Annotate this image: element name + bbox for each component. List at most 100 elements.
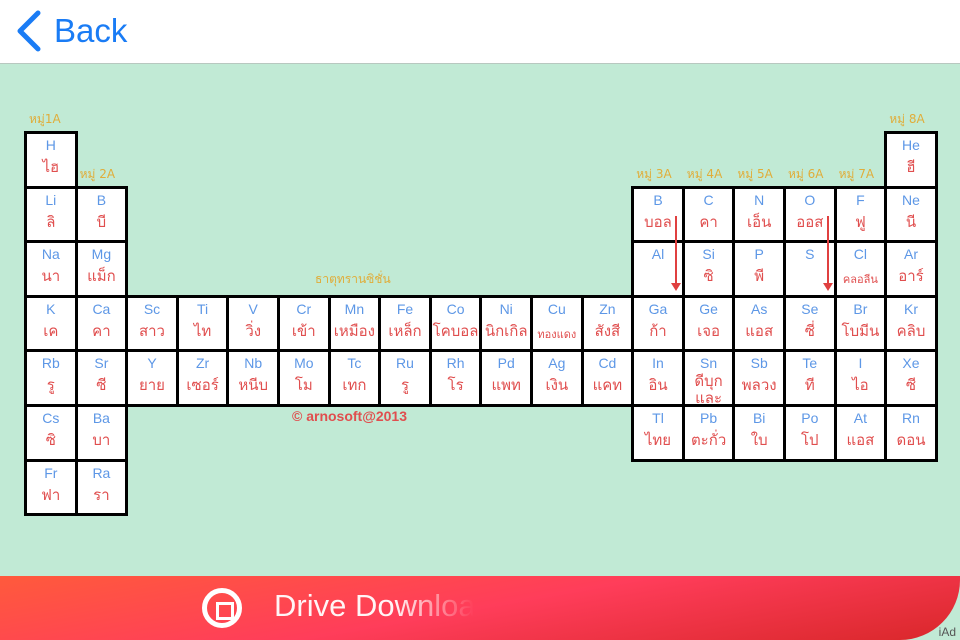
element-cell-sn[interactable]: Sn ดีบุกและ [681,349,736,408]
element-cell-f[interactable]: F ฟู [833,185,888,244]
element-thai-name: ไท [193,321,212,340]
element-cell-si[interactable]: Si ซิ [681,240,736,298]
element-cell-rh[interactable]: Rh โร [428,349,483,407]
element-cell-xe[interactable]: Xe ซี [884,349,938,407]
element-symbol: Ag [548,355,566,372]
element-cell-ba[interactable]: Ba บา [74,404,129,462]
element-cell-po[interactable]: Po โป [783,404,837,462]
element-cell-li[interactable]: Li ลิ [24,185,78,244]
element-thai-name: ดีบุกและ [694,372,723,408]
element-cell-v[interactable]: V วิ่ง [226,294,280,353]
element-symbol: C [703,191,714,208]
element-symbol: Cs [42,410,60,426]
element-cell-n[interactable]: N เอ็น [732,185,786,244]
element-cell-mg[interactable]: Mg แม็ก [74,240,129,298]
copyright-text: © arnosoft@2013 [292,408,408,424]
element-cell-bi[interactable]: Bi ใบ [732,404,786,462]
element-cell-in[interactable]: In อิน [631,349,685,407]
element-cell-c[interactable]: C คา [681,185,736,244]
element-cell-y[interactable]: Y ยาย [125,349,179,407]
element-symbol: Si [702,246,715,263]
element-cell-ra[interactable]: Ra รา [74,458,129,517]
element-cell-br[interactable]: Br โบมีน [833,294,888,353]
element-cell-cs[interactable]: Cs ซิ [24,404,78,462]
chevron-left-icon [17,10,41,52]
element-cell-co[interactable]: Co โคบอล [428,294,483,353]
element-cell-he[interactable]: He ฮี [884,131,938,189]
element-thai-name: เซอร์ [186,376,219,395]
element-cell-cl[interactable]: Cl คลอลีน [833,240,888,298]
element-thai-name: นา [41,267,61,286]
element-symbol: Tc [347,355,362,372]
element-cell-ge[interactable]: Ge เจอ [681,294,736,353]
element-cell-mn[interactable]: Mn เหมือง [327,294,382,353]
element-cell-ca[interactable]: Ca คา [74,294,129,353]
element-symbol: Cu [547,300,566,317]
element-cell-se[interactable]: Se ซี่ [783,294,837,353]
element-symbol: Na [41,246,60,263]
element-thai-name: ฟา [41,485,61,504]
group-label: หมู่ 8A [889,112,925,126]
element-cell-te[interactable]: Te ที [783,349,837,407]
element-cell-ag[interactable]: Ag เงิน [530,349,584,407]
ad-banner[interactable]: Drive Download [0,576,960,640]
element-thai-name: นี [905,212,917,231]
element-symbol: Te [802,355,818,372]
ad-text: Drive Download [274,588,474,623]
element-cell-b[interactable]: B บี [74,185,129,244]
element-cell-tc[interactable]: Tc เทก [327,349,382,407]
element-thai-name: ฟู [855,212,866,231]
element-cell-cd[interactable]: Cd แคท [580,349,635,407]
element-symbol: Fr [44,464,58,481]
element-cell-cu[interactable]: Cu ทองแดง [530,294,584,353]
element-symbol: He [902,137,920,153]
group-label: หมู่ 5A [737,166,773,181]
element-cell-mo[interactable]: Mo โม [277,349,331,407]
element-cell-sb[interactable]: Sb พลวง [732,349,786,407]
element-thai-name: พลวง [741,376,777,395]
element-cell-ar[interactable]: Ar อาร์ [884,240,938,298]
element-cell-as[interactable]: As แอส [732,294,786,353]
back-label: Back [54,12,128,49]
element-cell-zr[interactable]: Zr เซอร์ [175,349,230,407]
element-cell-at[interactable]: At แอส [833,404,888,462]
element-cell-sc[interactable]: Sc สาว [125,294,179,353]
element-cell-ga[interactable]: Ga ก้า [631,294,685,353]
group-label: หมู่ 7A [838,166,875,181]
element-cell-ti[interactable]: Ti ไท [175,294,230,353]
element-cell-kr[interactable]: Kr คลิบ [884,294,938,353]
element-symbol: Zn [599,300,616,317]
element-cell-rn[interactable]: Rn ดอน [884,404,938,462]
element-cell-zn[interactable]: Zn สังสี [580,294,635,353]
element-thai-name: ไฮ [42,158,60,176]
element-cell-rb[interactable]: Rb รู [24,349,78,407]
element-cell-fr[interactable]: Fr ฟา [24,458,78,517]
transition-metals-label: ธาตุทรานซิชั่น [315,272,391,286]
element-cell-k[interactable]: K เค [24,294,78,353]
group-label: หมู่ 2A [79,166,116,181]
element-cell-ru[interactable]: Ru รู [378,349,432,407]
element-cell-na[interactable]: Na นา [24,240,78,298]
element-cell-p[interactable]: P พี [732,240,786,298]
element-thai-name: สาว [138,321,165,340]
element-thai-name: วิ่ง [245,321,262,340]
element-symbol: Rh [446,355,465,372]
element-thai-name: แคท [592,376,623,395]
element-cell-pb[interactable]: Pb ตะกั่ว [681,404,736,462]
element-thai-name: ตะกั่ว [690,431,727,449]
element-symbol: B [653,191,663,208]
back-button[interactable]: Back [14,8,127,54]
element-cell-ne[interactable]: Ne นี [884,185,938,244]
element-cell-ni[interactable]: Ni นิกเกิล [479,294,533,353]
element-symbol: Br [853,300,868,317]
element-cell-fe[interactable]: Fe เหล็ก [378,294,432,353]
element-cell-pd[interactable]: Pd แพท [479,349,533,407]
element-cell-cr[interactable]: Cr เข้า [277,294,331,353]
element-cell-sr[interactable]: Sr ซี [74,349,129,407]
element-cell-nb[interactable]: Nb หนีบ [226,349,280,407]
element-thai-name: นิกเกิล [484,321,528,340]
element-symbol: Se [801,300,819,317]
element-cell-tl[interactable]: Tl ไทย [631,404,685,462]
element-cell-h[interactable]: H ไฮ [24,131,78,189]
element-cell-i[interactable]: I ไอ [833,349,888,407]
